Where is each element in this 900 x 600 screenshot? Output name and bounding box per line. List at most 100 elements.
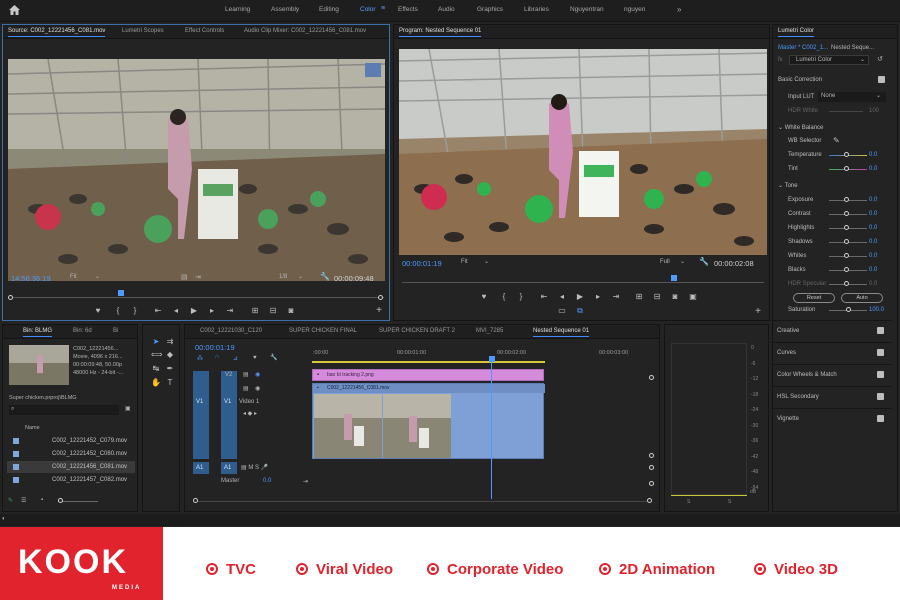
go-to-in-icon[interactable]: ⇤ <box>539 292 549 301</box>
add-marker-icon[interactable]: ♥ <box>479 292 489 301</box>
camera-icon[interactable]: ◙ <box>670 292 680 301</box>
keyframe-nav-icon[interactable]: ◂ ◆ ▸ <box>243 410 257 417</box>
reset-button[interactable]: Reset <box>793 293 835 303</box>
program-timecode[interactable]: 00:00:01:19 <box>402 259 442 268</box>
tone-heading[interactable]: ⌄ Tone <box>778 182 798 189</box>
home-icon[interactable] <box>9 5 20 15</box>
curves-checkbox[interactable] <box>877 349 884 356</box>
wrench-icon[interactable]: 🔧 <box>270 354 277 361</box>
white-balance-heading[interactable]: ⌄ White Balance <box>778 124 823 131</box>
step-back-icon[interactable]: ◂ <box>557 292 567 301</box>
mark-in-icon[interactable]: { <box>113 306 123 315</box>
slider-value[interactable]: 0.0 <box>869 267 877 273</box>
section-hsl-secondary[interactable]: HSL Secondary <box>772 386 892 408</box>
slider-value[interactable]: 0.0 <box>869 152 877 158</box>
tab-bin-more[interactable]: Bi <box>113 328 118 334</box>
tab-sequence-c120[interactable]: C002_12221030_C120 <box>200 328 262 334</box>
section-vignette[interactable]: Vignette <box>772 408 892 430</box>
safe-margins-icon[interactable]: ▭ <box>557 306 567 315</box>
mark-out-icon[interactable]: } <box>516 292 526 301</box>
source-patch-a1[interactable]: A1 <box>193 462 209 474</box>
slider-knob[interactable] <box>844 267 850 272</box>
clip-thumbnail[interactable] <box>9 345 69 385</box>
basic-correction-heading[interactable]: Basic Correction <box>778 77 822 83</box>
slider-value[interactable]: 0.0 <box>869 253 877 259</box>
icon-view-icon[interactable]: ▪ <box>41 497 43 503</box>
step-forward-icon[interactable]: ▸ <box>593 292 603 301</box>
lock-icon[interactable]: ▤ <box>243 371 249 378</box>
zoom-start-handle[interactable] <box>193 498 198 503</box>
track-v1-target[interactable]: V1 <box>221 371 237 459</box>
effect-dropdown[interactable]: Lumetri Color ⌄ <box>789 55 869 65</box>
master-end-icon[interactable]: ⇥ <box>303 478 308 485</box>
source-timecode[interactable]: 14:56:36:19 <box>11 274 51 283</box>
tab-lumetri-scopes[interactable]: Lumetri Scopes <box>122 28 164 34</box>
video-clip[interactable]: ▪ C002_12221456_C081.mov <box>312 383 545 459</box>
eye-icon[interactable]: ◉ <box>255 385 260 392</box>
marker-icon[interactable]: ♥ <box>253 355 257 361</box>
program-playhead[interactable] <box>671 275 677 281</box>
slider-knob[interactable] <box>844 253 850 258</box>
vignette-checkbox[interactable] <box>877 415 884 422</box>
solo-right-button[interactable]: S <box>728 499 731 505</box>
workspace-nguyen[interactable]: nguyen <box>624 6 645 13</box>
source-fit-dropdown[interactable]: Fit <box>70 274 77 280</box>
tab-super-chicken-draft[interactable]: SUPER CHICKEN DRAFT 2 <box>379 328 455 334</box>
program-scrubber[interactable] <box>402 282 764 283</box>
slider-value[interactable]: 0.0 <box>869 225 877 231</box>
fx-icon[interactable]: fx <box>778 57 783 63</box>
audio-scroll-handle[interactable] <box>649 465 654 470</box>
source-playhead[interactable] <box>118 290 124 296</box>
source-video-frame[interactable] <box>8 59 385 281</box>
extract-icon[interactable]: ⊟ <box>652 292 662 301</box>
new-bin-icon[interactable]: ▣ <box>125 405 131 412</box>
slider-knob[interactable] <box>844 211 850 216</box>
list-view-icon[interactable]: ☰ <box>21 497 26 504</box>
list-item[interactable]: C002_12221452_C080.mov <box>7 448 135 460</box>
write-protect-icon[interactable]: ✎ <box>8 497 13 504</box>
timeline-zoom-bar[interactable] <box>197 501 647 502</box>
tab-source[interactable]: Source: C002_12221456_C081.mov <box>8 28 106 37</box>
vr-icon[interactable]: ⧉ <box>575 306 585 316</box>
vertical-scroll-handle[interactable] <box>649 453 654 458</box>
type-tool-icon[interactable]: T <box>165 378 175 387</box>
more-workspaces-icon[interactable]: » <box>677 5 681 14</box>
source-scrubber[interactable] <box>11 297 384 298</box>
chevron-down-icon[interactable]: ⌄ <box>95 273 100 280</box>
project-search-input[interactable]: ⌕ <box>9 405 119 415</box>
work-area-bar[interactable] <box>312 361 545 363</box>
source-zoom-end[interactable] <box>378 295 383 300</box>
name-column-header[interactable]: Name <box>25 425 40 431</box>
slider-knob[interactable] <box>844 197 850 202</box>
chevron-down-icon[interactable]: ⌄ <box>298 273 303 280</box>
workspace-nguyentran[interactable]: Nguyentran <box>570 6 604 13</box>
workspace-editing[interactable]: Editing <box>319 6 339 13</box>
go-to-in-icon[interactable]: ⇤ <box>153 306 163 315</box>
audio-track-controls[interactable]: ▤ M S 🎤 <box>241 464 268 471</box>
saturation-value[interactable]: 100.0 <box>869 307 884 313</box>
slider-value[interactable]: 0.0 <box>869 197 877 203</box>
mark-out-icon[interactable]: } <box>130 306 140 315</box>
selection-tool-icon[interactable]: ➤ <box>151 337 161 346</box>
sequence-clip-selector[interactable]: Nested Seque... <box>831 45 874 51</box>
slider-knob[interactable] <box>844 166 850 171</box>
tab-lumetri-color[interactable]: Lumetri Color <box>778 28 815 37</box>
slider-knob[interactable] <box>844 281 850 286</box>
add-marker-icon[interactable]: ♥ <box>93 306 103 315</box>
section-color-wheels[interactable]: Color Wheels & Match <box>772 364 892 386</box>
reset-effect-icon[interactable]: ↺ <box>877 55 883 63</box>
track-select-icon[interactable]: ⇉ <box>165 337 175 346</box>
workspace-color[interactable]: Color <box>360 6 376 13</box>
tab-mvi-7285[interactable]: MVI_7285 <box>476 328 503 334</box>
pen-tool-icon[interactable]: ✒ <box>165 364 175 373</box>
hand-tool-icon[interactable]: ✋ <box>151 378 161 387</box>
section-curves[interactable]: Curves <box>772 342 892 364</box>
export-frame-icon[interactable]: ⇥ <box>195 273 201 281</box>
master-volume-value[interactable]: 0.0 <box>263 478 271 484</box>
tab-bin-6d[interactable]: Bin: 6d <box>73 328 92 334</box>
tab-program[interactable]: Program: Nested Sequence 01 <box>399 28 482 37</box>
program-video-frame[interactable] <box>399 49 767 255</box>
auto-button[interactable]: Auto <box>841 293 883 303</box>
tab-effect-controls[interactable]: Effect Controls <box>185 28 224 34</box>
master-clip-selector[interactable]: Master * C002_1... <box>778 45 828 51</box>
